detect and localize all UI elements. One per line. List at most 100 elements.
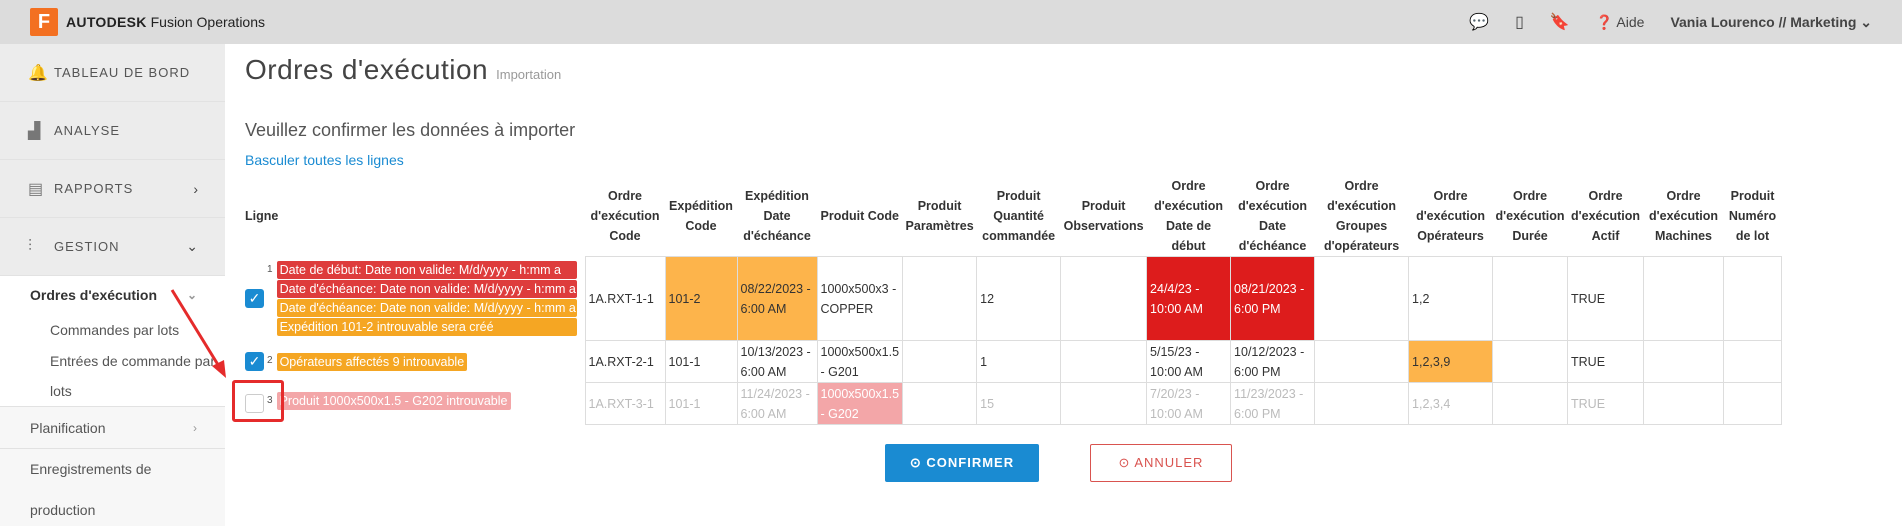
row-number: 2 bbox=[267, 355, 273, 367]
table-cell bbox=[1723, 256, 1783, 341]
sidebar-item-label: Planification bbox=[30, 420, 106, 436]
sidebar-item-label: Ordres d'exécution bbox=[30, 287, 158, 303]
brand-product: Fusion Operations bbox=[150, 14, 266, 30]
sidebar-item-label: ANALYSE bbox=[54, 123, 121, 138]
cancel-button[interactable]: ⊙ ANNULER bbox=[1090, 444, 1232, 482]
mobile-icon[interactable]: ▯ bbox=[1515, 12, 1524, 32]
sidebar-item-ordres[interactable]: Ordres d'exécution ⌄ bbox=[0, 276, 225, 314]
bookmark-icon[interactable]: 🔖 bbox=[1550, 12, 1570, 32]
table-cell: 1,2,3,9 bbox=[1408, 340, 1494, 383]
bell-icon: 🔔 bbox=[28, 64, 49, 82]
table-cell bbox=[1643, 256, 1725, 341]
table-cell bbox=[1314, 256, 1410, 341]
column-header: Produit Code bbox=[820, 209, 899, 223]
validation-message: Date d'échéance: Date non valide: M/d/yy… bbox=[276, 299, 577, 317]
table-cell: 101-1 bbox=[664, 382, 738, 425]
table-cell: 15 bbox=[976, 382, 1062, 425]
table-cell: TRUE bbox=[1567, 256, 1645, 341]
table-row: ✓ 1 Date de début: Date non valide: M/d/yy… bbox=[245, 256, 1783, 341]
table-cell: 12 bbox=[976, 256, 1062, 341]
table-cell: 10/12/2023 - 6:00 PM bbox=[1230, 340, 1316, 383]
table-cell: 1000x500x1.5 - G201 bbox=[816, 340, 904, 383]
page-subtitle: Importation bbox=[496, 67, 562, 82]
table-cell bbox=[902, 340, 978, 383]
chevron-down-icon: ⌄ bbox=[186, 238, 199, 254]
table-cell: 11/23/2023 - 6:00 PM bbox=[1230, 382, 1316, 425]
validation-message: Produit 1000x500x1.5 - G202 introuvable bbox=[276, 391, 511, 410]
top-bar: F AUTODESK Fusion Operations 💬 ▯ 🔖 ❓ Aid… bbox=[0, 0, 1902, 44]
app-logo[interactable]: F bbox=[30, 8, 58, 36]
sidebar-item-label: Enregistrements de bbox=[30, 461, 152, 477]
bar-chart-icon: ▟ bbox=[28, 122, 42, 140]
table-cell: 11/24/2023 - 6:00 AM bbox=[736, 382, 818, 425]
table-cell: 10/13/2023 - 6:00 AM bbox=[736, 340, 818, 383]
sidebar-item-planification[interactable]: Planification › bbox=[0, 406, 225, 448]
sidebar-item-entrees[interactable]: Entrées de commande par lots bbox=[0, 346, 225, 406]
validation-message: Date d'échéance: Date non valide: M/d/yy… bbox=[276, 280, 577, 298]
sidebar-item-dashboard[interactable]: 🔔 TABLEAU DE BORD bbox=[0, 44, 225, 102]
column-header: Ordre d'exécution Durée bbox=[1495, 189, 1565, 243]
user-label: Vania Lourenco // Marketing bbox=[1670, 13, 1857, 30]
chevron-right-icon: › bbox=[193, 421, 197, 435]
brand-bold: AUTODESK bbox=[66, 14, 147, 30]
chat-icon[interactable]: 💬 bbox=[1469, 12, 1489, 32]
sidebar-item-label: lots bbox=[50, 383, 72, 399]
table-cell: 1A.RXT-1-1 bbox=[584, 256, 666, 341]
main-content: Ordres d'exécution Importation Veuillez c… bbox=[225, 44, 1902, 526]
table-cell bbox=[1492, 256, 1569, 341]
table-cell: 1000x500x1.5 - G202 bbox=[816, 382, 904, 425]
table-cell bbox=[1314, 340, 1410, 383]
user-menu[interactable]: Vania Lourenco // Marketing ⌄ bbox=[1670, 14, 1872, 31]
annotation-highlight-box bbox=[232, 380, 284, 422]
row-checkbox[interactable]: ✓ bbox=[245, 352, 264, 372]
chevron-down-icon: ⌄ bbox=[1860, 13, 1872, 30]
table-cell: 1,2 bbox=[1408, 256, 1494, 341]
sliders-icon: ⫶ bbox=[28, 237, 34, 255]
row-messages: Produit 1000x500x1.5 - G202 introuvable bbox=[276, 391, 511, 417]
confirm-button[interactable]: ⊙ CONFIRMER bbox=[885, 444, 1039, 482]
table-cell bbox=[1314, 382, 1410, 425]
column-header: Ordre d'exécution Opérateurs bbox=[1416, 189, 1486, 243]
import-table: Ligne Ordre d'exécution Code Expédition Co… bbox=[245, 176, 1783, 425]
table-row: ✓ 2 Opérateurs affectés 9 introuvable 1A.RX… bbox=[245, 340, 1783, 383]
table-cell: 24/4/23 - 10:00 AM bbox=[1146, 256, 1232, 341]
table-cell: 7/20/23 - 10:00 AM bbox=[1146, 382, 1232, 425]
sidebar-item-analyse[interactable]: ▟ ANALYSE bbox=[0, 102, 225, 160]
help-link[interactable]: ❓ Aide bbox=[1596, 14, 1645, 31]
sidebar-item-label: GESTION bbox=[54, 239, 120, 254]
table-cell bbox=[1723, 382, 1783, 425]
sidebar-item-enregistrements[interactable]: Enregistrements de production bbox=[0, 448, 225, 531]
sidebar: 🔔 TABLEAU DE BORD ▟ ANALYSE ▤ RAPPORTS › ⫶ GE… bbox=[0, 44, 225, 526]
column-header: Produit Observations bbox=[1063, 199, 1144, 233]
table-cell: TRUE bbox=[1567, 382, 1645, 425]
help-label: Aide bbox=[1616, 13, 1645, 30]
sidebar-item-commandes[interactable]: Commandes par lots bbox=[0, 314, 225, 346]
table-cell: 1,2,3,4 bbox=[1408, 382, 1494, 425]
validation-message: Date de début: Date non valide: M/d/yyyy… bbox=[276, 261, 577, 279]
table-cell: 1000x500x3 - COPPER bbox=[816, 256, 904, 341]
row-number: 1 bbox=[267, 264, 273, 275]
row-checkbox[interactable]: ✓ bbox=[245, 289, 264, 308]
sidebar-item-rapports[interactable]: ▤ RAPPORTS › bbox=[0, 160, 225, 218]
table-cell: 1A.RXT-3-1 bbox=[584, 382, 666, 425]
table-cell: 08/22/2023 - 6:00 AM bbox=[736, 256, 818, 341]
table-cell bbox=[1492, 340, 1569, 383]
table-cell bbox=[1643, 340, 1725, 383]
validation-message: Expédition 101-2 introuvable sera créé bbox=[276, 318, 577, 336]
column-header: Expédition Code bbox=[669, 199, 733, 233]
table-cell bbox=[902, 382, 978, 425]
table-cell: 1 bbox=[976, 340, 1062, 383]
column-header: Ordre d'exécution Machines bbox=[1649, 189, 1718, 243]
column-header: Ordre d'exécution Date d'échéance bbox=[1238, 179, 1308, 253]
page-title: Ordres d'exécution Importation bbox=[245, 54, 561, 86]
column-header: Produit Numéro de lot bbox=[1728, 189, 1777, 243]
sidebar-item-gestion[interactable]: ⫶ GESTION ⌄ bbox=[0, 218, 225, 276]
row-line-cell: ✓ 2 Opérateurs affectés 9 introuvable bbox=[245, 341, 585, 383]
table-header-row: Ligne Ordre d'exécution Code Expédition Co… bbox=[245, 176, 1782, 257]
toggle-all-rows-link[interactable]: Basculer toutes les lignes bbox=[245, 152, 404, 168]
page-title-text: Ordres d'exécution bbox=[245, 54, 489, 85]
report-icon: ▤ bbox=[28, 180, 45, 198]
column-header: Ordre d'exécution Code bbox=[590, 189, 660, 243]
column-header: Ordre d'exécution Date de début bbox=[1154, 179, 1224, 253]
table-row: 3 Produit 1000x500x1.5 - G202 introuvable… bbox=[245, 382, 1783, 425]
